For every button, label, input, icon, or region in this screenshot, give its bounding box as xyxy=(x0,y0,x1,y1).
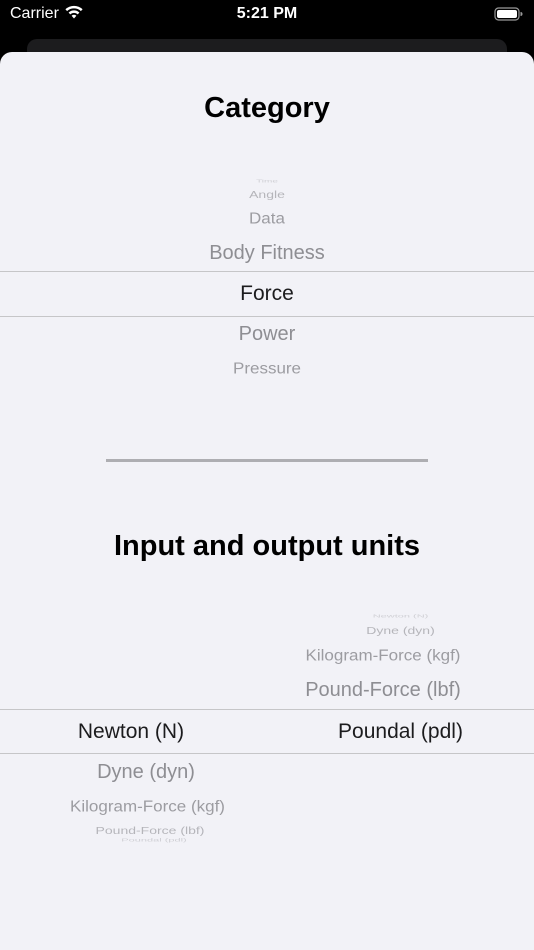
status-bar: Carrier 5:21 PM xyxy=(0,0,534,36)
selection-indicator-bottom xyxy=(0,316,534,317)
picker-item[interactable]: Angle xyxy=(0,188,534,200)
input-unit-item[interactable]: Dyne (dyn) xyxy=(0,761,292,784)
picker-item[interactable]: Data xyxy=(0,210,534,228)
category-selected-item[interactable]: Force xyxy=(0,282,534,306)
selection-indicator-top xyxy=(0,271,534,272)
category-title: Category xyxy=(204,92,330,124)
picker-item[interactable]: Pressure xyxy=(0,360,534,378)
output-unit-item[interactable]: Kilogram-Force (kgf) xyxy=(233,647,533,665)
picker-item[interactable]: Power xyxy=(0,323,534,346)
section-divider xyxy=(106,459,428,462)
input-unit-item[interactable]: Poundal (pdl) xyxy=(0,837,308,842)
input-unit-item[interactable]: Pound-Force (lbf) xyxy=(0,824,300,836)
battery-icon xyxy=(494,6,524,27)
clock: 5:21 PM xyxy=(236,5,298,22)
output-unit-item[interactable]: Newton (N) xyxy=(267,613,534,618)
modal-sheet: Category Time Angle Data Body Fitness Fo… xyxy=(0,52,534,950)
picker-item[interactable]: Time xyxy=(0,179,534,184)
input-unit-item[interactable]: Kilogram-Force (kgf) xyxy=(0,798,295,816)
picker-item[interactable]: Body Fitness xyxy=(0,242,534,265)
units-title: Input and output units xyxy=(113,530,421,562)
output-unit-item[interactable]: Pound-Force (lbf) xyxy=(233,679,533,702)
selection-indicator-bottom xyxy=(0,753,534,754)
selection-indicator-top xyxy=(0,709,534,710)
output-unit-selected-item[interactable]: Poundal (pdl) xyxy=(267,720,534,744)
output-unit-item[interactable]: Dyne (dyn) xyxy=(267,624,534,636)
input-unit-selected-item[interactable]: Newton (N) xyxy=(0,720,262,744)
